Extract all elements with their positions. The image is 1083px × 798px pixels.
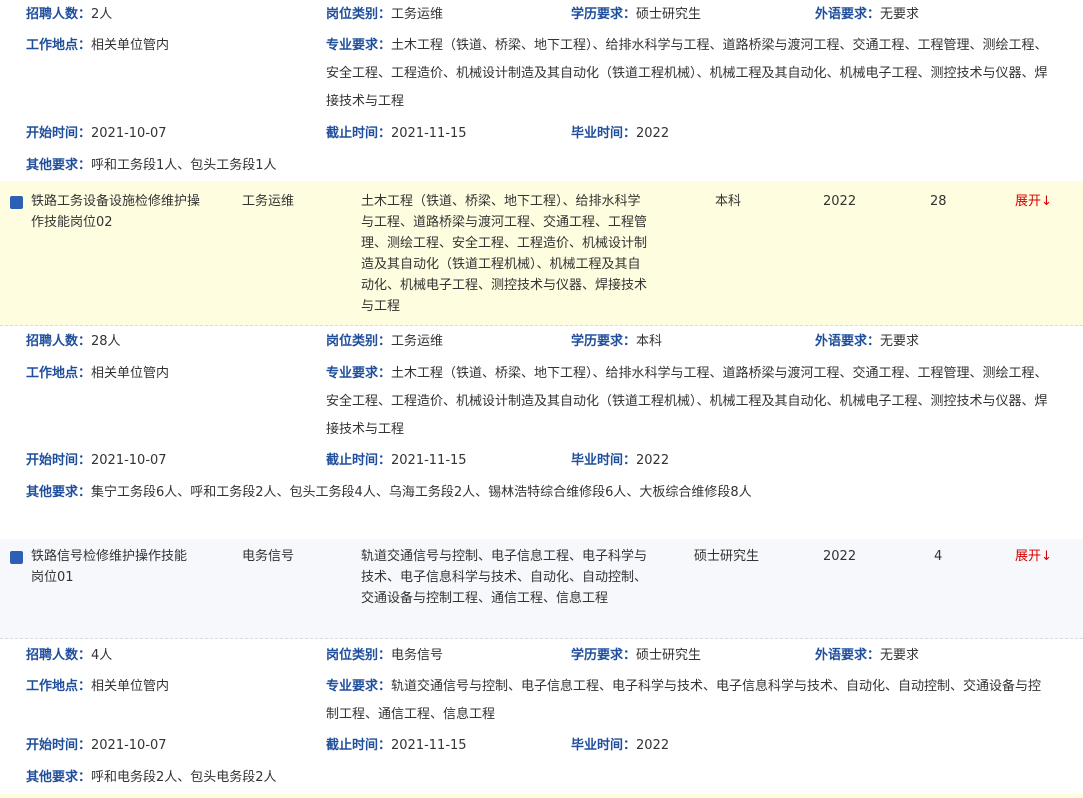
position-count: 4: [934, 549, 943, 564]
category-field: 岗位类别：工务运维: [326, 334, 444, 349]
detail-panel: 招聘人数：28人 岗位类别：工务运维 学历要求：本科 外语要求：无要求 工作地点…: [0, 326, 1083, 538]
category-field: 岗位类别：电务信号: [326, 648, 444, 663]
grad-field: 毕业时间：2022: [571, 453, 670, 468]
end-field: 截止时间：2021-11-15: [326, 738, 467, 753]
position-name[interactable]: 铁路工务设备设施检修维护操作技能岗位02: [31, 191, 206, 233]
location-field: 工作地点：相关单位管内: [26, 366, 170, 381]
start-field: 开始时间：2021-10-07: [26, 453, 167, 468]
language-field: 外语要求：无要求: [815, 334, 920, 349]
table-row[interactable]: 铁路工务设备设施检修维护操作技能岗位02 工务运维 土木工程（铁道、桥梁、地下工…: [0, 181, 1083, 326]
count-field: 招聘人数：2人: [26, 7, 113, 22]
position-major: 土木工程（铁道、桥梁、地下工程）、给排水科学与工程、道路桥梁与渡河工程、交通工程…: [361, 194, 648, 314]
major-field: 专业要求：土木工程（铁道、桥梁、地下工程）、给排水科学与工程、道路桥梁与渡河工程…: [326, 38, 1048, 109]
other-field: 其他要求：集宁工务段6人、呼和工务段2人、包头工务段4人、乌海工务段2人、锡林浩…: [26, 485, 752, 500]
grad-field: 毕业时间：2022: [571, 738, 670, 753]
start-field: 开始时间：2021-10-07: [26, 738, 167, 753]
category-field: 岗位类别：工务运维: [326, 7, 444, 22]
position-count: 28: [930, 194, 947, 209]
education-field: 学历要求：硕士研究生: [571, 648, 702, 663]
education-field: 学历要求：硕士研究生: [571, 7, 702, 22]
start-field: 开始时间：2021-10-07: [26, 126, 167, 141]
expand-button[interactable]: 展开↓: [1015, 191, 1052, 212]
major-field: 专业要求：土木工程（铁道、桥梁、地下工程）、给排水科学与工程、道路桥梁与渡河工程…: [326, 366, 1048, 437]
position-name[interactable]: 铁路信号检修维护操作技能岗位01: [31, 546, 196, 588]
position-year: 2022: [823, 549, 857, 564]
language-field: 外语要求：无要求: [815, 648, 920, 663]
education-field: 学历要求：本科: [571, 334, 663, 349]
count-field: 招聘人数：4人: [26, 648, 113, 663]
expand-button[interactable]: 展开↓: [1015, 546, 1052, 567]
other-field: 其他要求：呼和工务段1人、包头工务段1人: [26, 158, 277, 173]
table-row[interactable]: 铁路信号检修维护操作技能岗位01 电务信号 轨道交通信号与控制、电子信息工程、电…: [0, 539, 1083, 639]
next-row-strip: [0, 794, 1083, 798]
position-education: 本科: [715, 194, 742, 209]
grad-field: 毕业时间：2022: [571, 126, 670, 141]
end-field: 截止时间：2021-11-15: [326, 453, 467, 468]
position-category: 电务信号: [242, 549, 295, 564]
position-category: 工务运维: [242, 194, 295, 209]
detail-panel: 招聘人数：2人 岗位类别：工务运维 学历要求：硕士研究生 外语要求：无要求 工作…: [0, 0, 1083, 180]
language-field: 外语要求：无要求: [815, 7, 920, 22]
bullet-square-icon: [10, 196, 23, 209]
other-field: 其他要求：呼和电务段2人、包头电务段2人: [26, 770, 277, 785]
position-education: 硕士研究生: [694, 549, 760, 564]
detail-panel: 招聘人数：4人 岗位类别：电务信号 学历要求：硕士研究生 外语要求：无要求 工作…: [0, 639, 1083, 793]
position-year: 2022: [823, 194, 857, 209]
location-field: 工作地点：相关单位管内: [26, 679, 170, 694]
end-field: 截止时间：2021-11-15: [326, 126, 467, 141]
position-major: 轨道交通信号与控制、电子信息工程、电子科学与技术、电子信息科学与技术、自动化、自…: [361, 549, 648, 606]
location-field: 工作地点：相关单位管内: [26, 38, 170, 53]
bullet-square-icon: [10, 551, 23, 564]
count-field: 招聘人数：28人: [26, 334, 121, 349]
major-field: 专业要求：轨道交通信号与控制、电子信息工程、电子科学与技术、电子信息科学与技术、…: [326, 679, 1042, 722]
